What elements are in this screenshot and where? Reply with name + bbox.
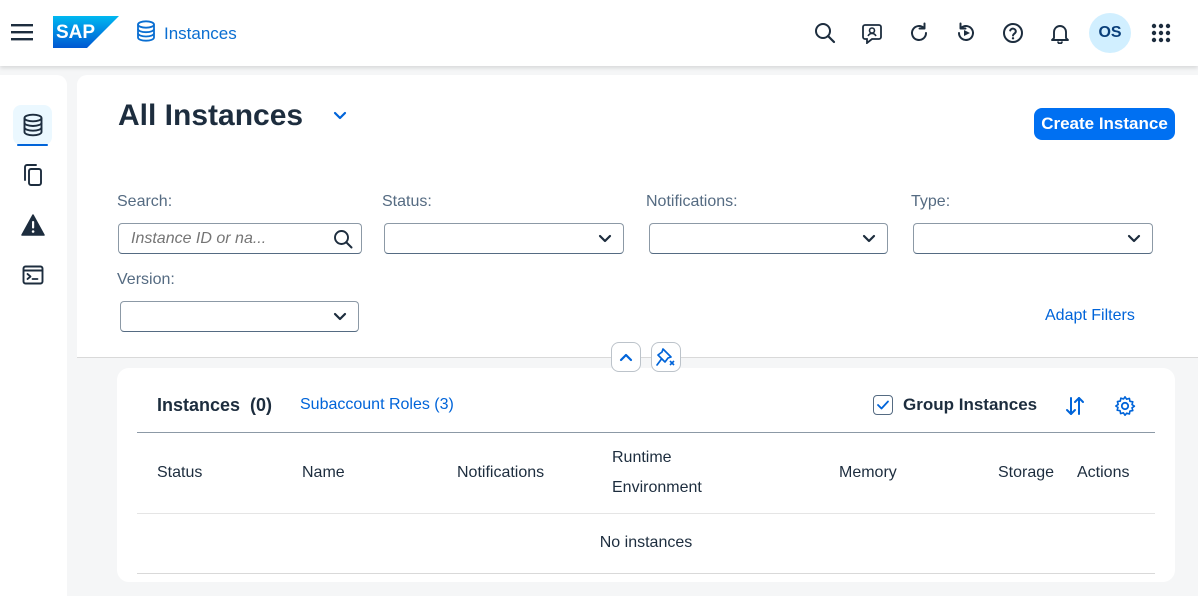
column-header-notifications[interactable]: Notifications [457, 464, 544, 482]
notifications-label: Notifications: [646, 193, 738, 210]
pin-header-icon[interactable] [651, 342, 681, 372]
type-label: Type: [911, 193, 951, 210]
chevron-down-icon[interactable] [1124, 229, 1144, 249]
version-label: Version: [117, 271, 175, 288]
search-field[interactable] [118, 223, 362, 254]
chevron-down-icon[interactable] [859, 229, 879, 249]
svg-text:SAP: SAP [56, 22, 95, 43]
variant-chevron-down-icon[interactable] [330, 106, 350, 126]
refresh-icon[interactable] [895, 13, 942, 53]
user-avatar[interactable]: OS [1089, 13, 1131, 53]
column-header-memory[interactable]: Memory [839, 464, 897, 482]
settings-gear-icon[interactable] [1113, 394, 1137, 418]
table-title: Instances (0) [157, 395, 273, 415]
column-header-name[interactable]: Name [302, 464, 345, 482]
status-select[interactable] [384, 223, 624, 254]
status-label: Status: [382, 193, 432, 210]
hamburger-menu-icon[interactable] [10, 20, 34, 44]
search-label: Search: [117, 193, 173, 210]
column-header-status[interactable]: Status [157, 464, 202, 482]
group-instances-checkbox[interactable]: Group Instances [873, 395, 1037, 415]
app-title-label: Instances [164, 23, 237, 43]
group-instances-label: Group Instances [903, 395, 1038, 414]
column-header-storage[interactable]: Storage [998, 464, 1054, 482]
table-header-divider [137, 432, 1155, 433]
history-icon[interactable] [942, 13, 989, 53]
version-select[interactable] [120, 301, 359, 332]
bell-icon[interactable] [1036, 13, 1083, 53]
feedback-icon[interactable] [848, 13, 895, 53]
notifications-select[interactable] [649, 223, 888, 254]
app-title[interactable]: Instances [136, 20, 237, 47]
chevron-down-icon[interactable] [595, 229, 615, 249]
nav-instances-database-icon[interactable] [13, 105, 52, 146]
side-navigation [0, 75, 67, 596]
help-icon[interactable] [989, 13, 1036, 53]
shell-bar: SAP Instances OS [0, 0, 1198, 66]
column-header-environment[interactable]: Environment [612, 479, 702, 497]
table-bottom-divider [137, 573, 1155, 574]
product-switch-grid-icon[interactable] [1137, 13, 1184, 53]
type-select[interactable] [913, 223, 1153, 254]
column-header-runtime[interactable]: Runtime [612, 449, 672, 467]
sap-logo[interactable]: SAP [53, 16, 119, 48]
dynamic-page-header: All Instances Create Instance Search: St… [77, 75, 1198, 358]
column-header-actions[interactable]: Actions [1077, 464, 1129, 482]
create-instance-button[interactable]: Create Instance [1034, 108, 1175, 140]
subaccount-roles-link[interactable]: Subaccount Roles (3) [300, 396, 454, 414]
nav-copy-icon[interactable] [13, 155, 52, 195]
search-input[interactable] [131, 229, 321, 248]
search-icon[interactable] [333, 229, 353, 249]
search-icon[interactable] [801, 13, 848, 53]
database-icon [136, 20, 156, 47]
no-data-text: No instances [599, 534, 693, 551]
chevron-down-icon[interactable] [330, 307, 350, 327]
instances-table-card: Instances (0) Subaccount Roles (3) Group… [117, 368, 1175, 582]
adapt-filters-link[interactable]: Adapt Filters [1045, 307, 1135, 325]
page-title: All Instances [118, 99, 304, 132]
collapse-header-chevron-up-icon[interactable] [611, 342, 641, 372]
sort-icon[interactable] [1063, 394, 1087, 418]
row-divider [137, 513, 1155, 514]
nav-warning-icon[interactable] [13, 205, 52, 245]
main-content: All Instances Create Instance Search: St… [77, 75, 1198, 596]
nav-terminal-icon[interactable] [13, 255, 52, 295]
checkbox-checked-icon[interactable] [873, 395, 893, 415]
